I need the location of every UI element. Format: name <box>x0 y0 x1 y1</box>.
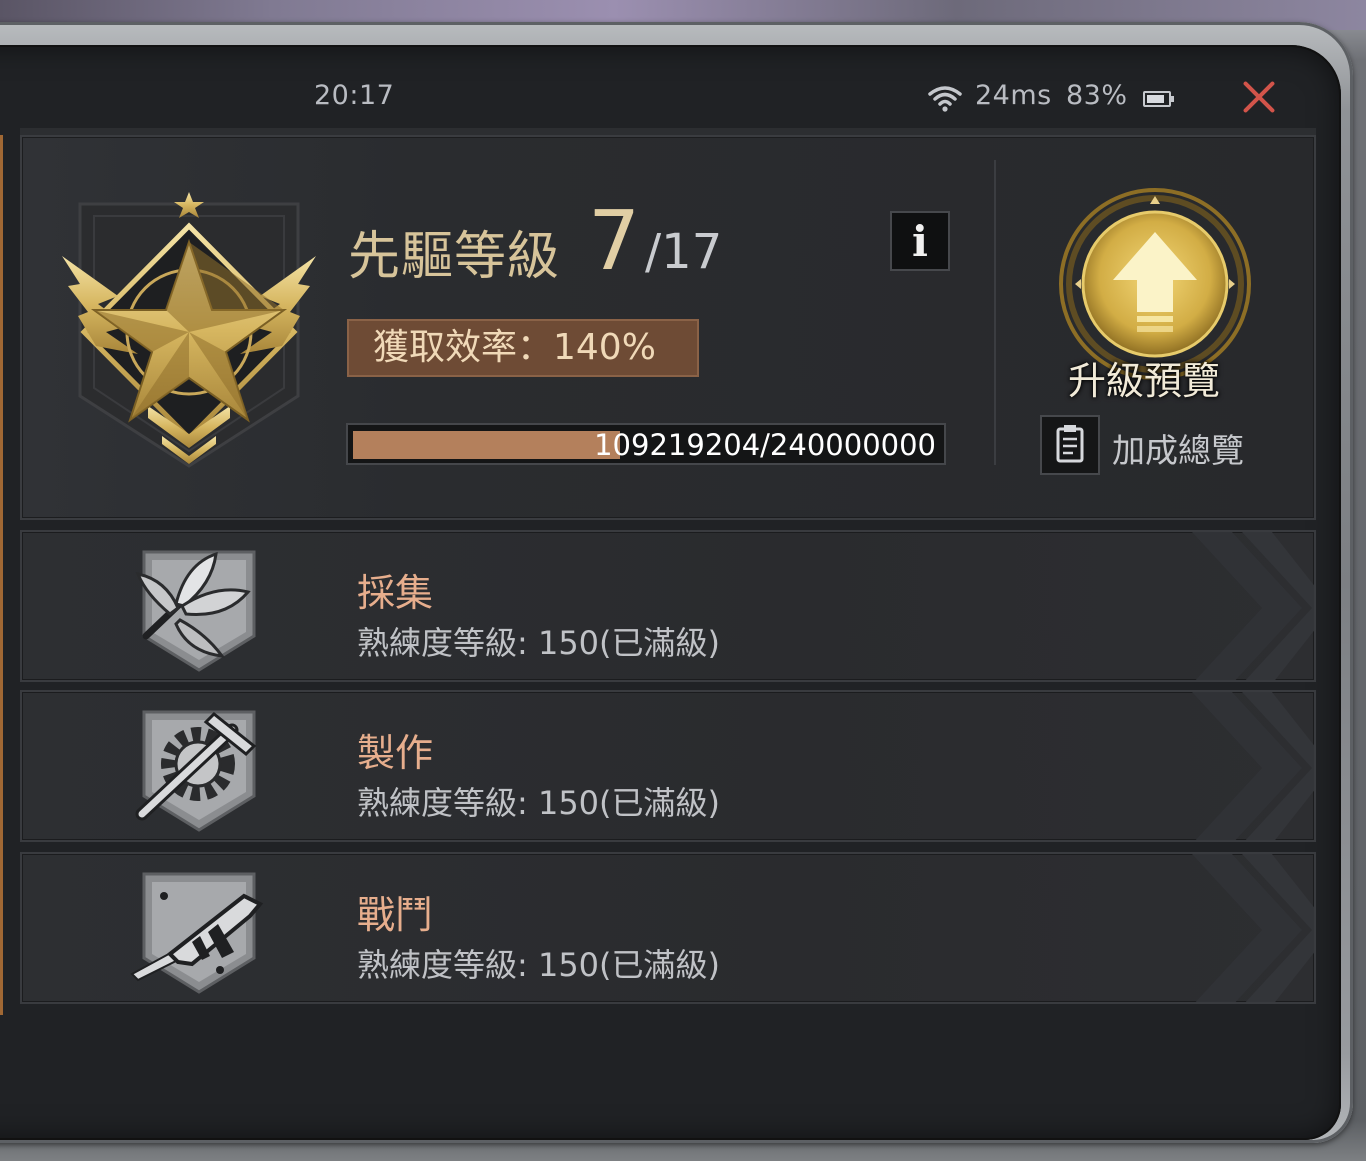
tab-edge-indicator <box>0 135 3 1015</box>
bonus-overview-label[interactable]: 加成總覽 <box>1112 424 1244 472</box>
skill-name: 製作 <box>357 731 434 775</box>
experience-progress-bar: 109219204/240000000 <box>346 423 946 465</box>
wifi-icon <box>928 86 962 112</box>
skill-level: 熟練度等級: 150(已滿級) <box>357 784 721 822</box>
clock: 20:17 <box>314 80 395 111</box>
skill-name: 採集 <box>357 571 434 615</box>
info-icon: i <box>912 217 928 266</box>
pioneer-emblem-icon <box>62 192 316 468</box>
skill-row-gather[interactable]: 採集 熟練度等級: 150(已滿級) <box>20 530 1316 682</box>
close-button[interactable] <box>1234 74 1282 120</box>
chevron-decoration <box>1192 854 1314 1002</box>
upgrade-preview-label[interactable]: 升級預覽 <box>1068 350 1220 405</box>
battery-icon <box>1143 91 1174 107</box>
game-screen: 20:17 24ms 83% 先驅等級 7 /17 i 獲取效率：140% 10… <box>0 0 1366 1161</box>
skill-row-combat[interactable]: 戰鬥 熟練度等級: 150(已滿級) <box>20 852 1316 1004</box>
ping-value: 24ms <box>975 80 1052 111</box>
skill-row-craft[interactable]: 製作 熟練度等級: 150(已滿級) <box>20 690 1316 842</box>
vertical-divider <box>994 160 996 465</box>
battery-percent: 83% <box>1066 80 1128 111</box>
experience-progress-text: 109219204/240000000 <box>594 428 936 462</box>
pioneer-level-title: 先驅等級 <box>348 227 561 287</box>
info-button[interactable]: i <box>890 211 950 271</box>
herb-icon <box>135 550 256 672</box>
pioneer-level-max: /17 <box>645 224 723 280</box>
skill-level: 熟練度等級: 150(已滿級) <box>357 946 721 984</box>
skill-name: 戰鬥 <box>357 893 434 937</box>
clipboard-icon <box>1056 425 1084 463</box>
pioneer-level-current: 7 <box>588 194 641 289</box>
bonus-overview-icon[interactable] <box>1040 415 1100 475</box>
gear-hammer-icon <box>135 710 257 832</box>
skill-level: 熟練度等級: 150(已滿級) <box>357 624 721 662</box>
chevron-decoration <box>1192 692 1314 840</box>
gun-icon <box>130 872 264 994</box>
efficiency-badge: 獲取效率：140% <box>347 319 699 377</box>
chevron-decoration <box>1192 532 1314 680</box>
